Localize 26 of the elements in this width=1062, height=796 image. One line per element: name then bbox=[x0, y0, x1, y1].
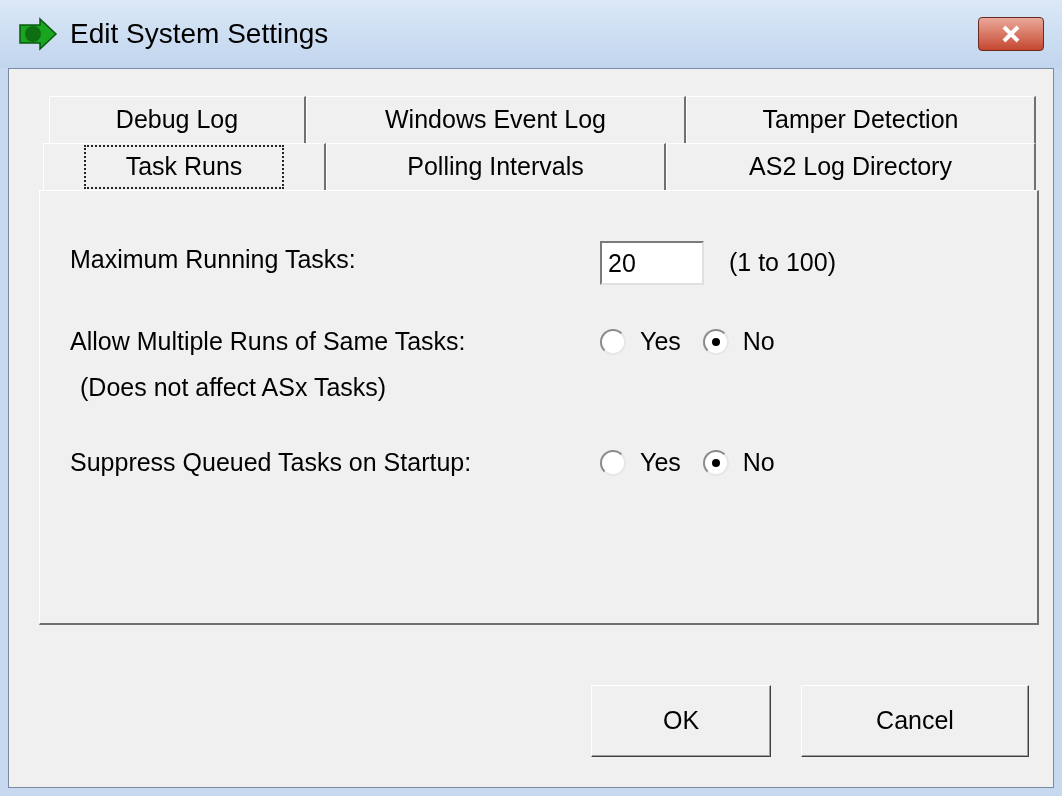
tab[interactable]: Debug Log bbox=[49, 96, 306, 143]
radio-button[interactable] bbox=[702, 328, 729, 355]
radio-button[interactable] bbox=[702, 449, 729, 476]
radio-option[interactable]: No bbox=[702, 323, 775, 361]
setting-label: Allow Multiple Runs of Same Tasks: bbox=[70, 326, 467, 357]
tab[interactable]: Polling Intervals bbox=[326, 143, 666, 190]
window-title: Edit System Settings bbox=[70, 17, 329, 51]
app-logo-icon bbox=[18, 17, 58, 51]
close-icon bbox=[1000, 25, 1022, 43]
radio-button[interactable] bbox=[600, 328, 626, 355]
radio-option[interactable]: Yes bbox=[600, 444, 681, 482]
number-field[interactable]: 20 bbox=[600, 241, 704, 285]
radio-button[interactable] bbox=[600, 449, 626, 476]
tab[interactable]: AS2 Log Directory bbox=[666, 143, 1036, 190]
setting-note: (Does not affect ASx Tasks) bbox=[80, 371, 388, 403]
setting-label: Maximum Running Tasks: bbox=[70, 244, 357, 275]
range-hint: (1 to 100) bbox=[729, 247, 836, 279]
tab[interactable]: Tamper Detection bbox=[686, 96, 1036, 143]
tab[interactable]: Windows Event Log bbox=[306, 96, 686, 143]
radio-option[interactable]: No bbox=[702, 444, 775, 482]
dialog-button[interactable]: OK bbox=[591, 685, 771, 757]
tab[interactable]: Task Runs bbox=[43, 143, 326, 190]
dialog-button[interactable]: Cancel bbox=[801, 685, 1029, 757]
radio-option[interactable]: Yes bbox=[600, 323, 681, 361]
close-button[interactable] bbox=[978, 17, 1044, 51]
setting-label: Suppress Queued Tasks on Startup: bbox=[70, 447, 473, 478]
